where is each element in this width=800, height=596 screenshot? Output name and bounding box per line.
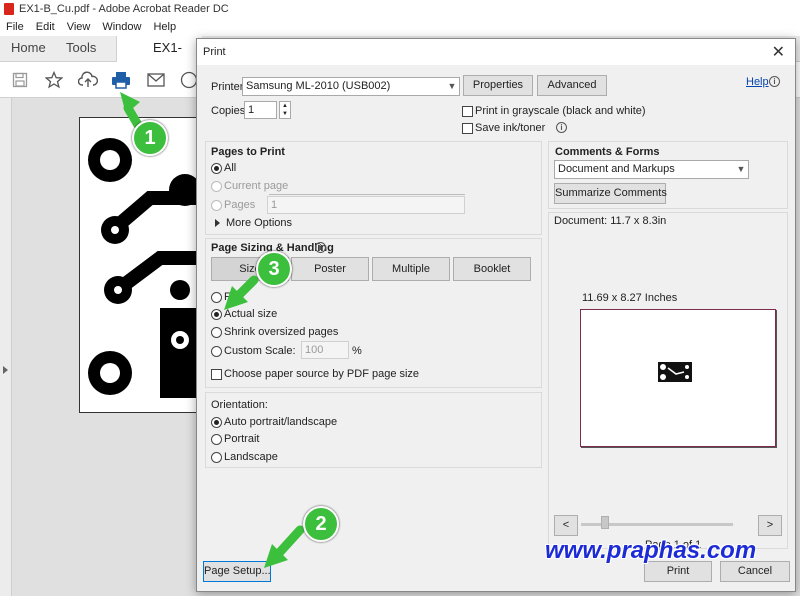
watermark: www.praphas.com: [545, 537, 757, 564]
step-3-badge: 3: [256, 251, 292, 287]
step-1-badge: 1: [132, 120, 168, 156]
step-2-badge: 2: [303, 506, 339, 542]
annotation-arrows: [120, 92, 305, 568]
